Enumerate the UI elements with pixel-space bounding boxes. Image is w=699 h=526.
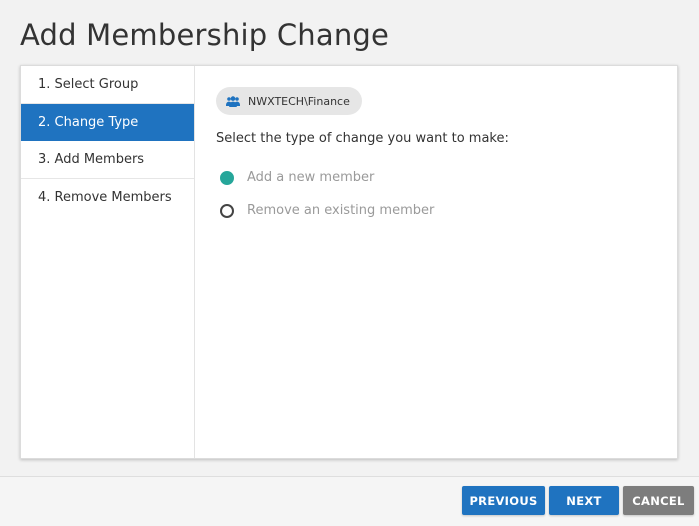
step-change-type[interactable]: 2. Change Type: [21, 103, 194, 141]
option-remove-member[interactable]: Remove an existing member: [220, 203, 434, 218]
option-remove-member-label: Remove an existing member: [247, 203, 435, 218]
option-add-member-label: Add a new member: [247, 170, 375, 185]
wizard-steps: 1. Select Group 2. Change Type 3. Add Me…: [21, 66, 195, 458]
step-remove-members[interactable]: 4. Remove Members: [21, 179, 194, 217]
group-name: NWXTECH\Finance: [248, 94, 350, 108]
footer-bar: PREVIOUS NEXT CANCEL: [0, 476, 699, 526]
page-title: Add Membership Change: [20, 18, 390, 52]
next-button[interactable]: NEXT: [549, 486, 619, 515]
group-chip: NWXTECH\Finance: [216, 87, 362, 115]
step-content: NWXTECH\Finance Select the type of chang…: [195, 66, 677, 458]
radio-add-member[interactable]: [220, 170, 234, 185]
users-icon: [226, 95, 240, 107]
previous-button[interactable]: PREVIOUS: [462, 486, 545, 515]
change-type-prompt: Select the type of change you want to ma…: [216, 131, 509, 146]
step-select-group[interactable]: 1. Select Group: [21, 66, 194, 104]
option-add-member[interactable]: Add a new member: [220, 170, 374, 185]
step-add-members[interactable]: 3. Add Members: [21, 141, 194, 179]
wizard-card: 1. Select Group 2. Change Type 3. Add Me…: [20, 65, 678, 459]
cancel-button[interactable]: CANCEL: [623, 486, 694, 515]
radio-remove-member[interactable]: [220, 203, 234, 218]
